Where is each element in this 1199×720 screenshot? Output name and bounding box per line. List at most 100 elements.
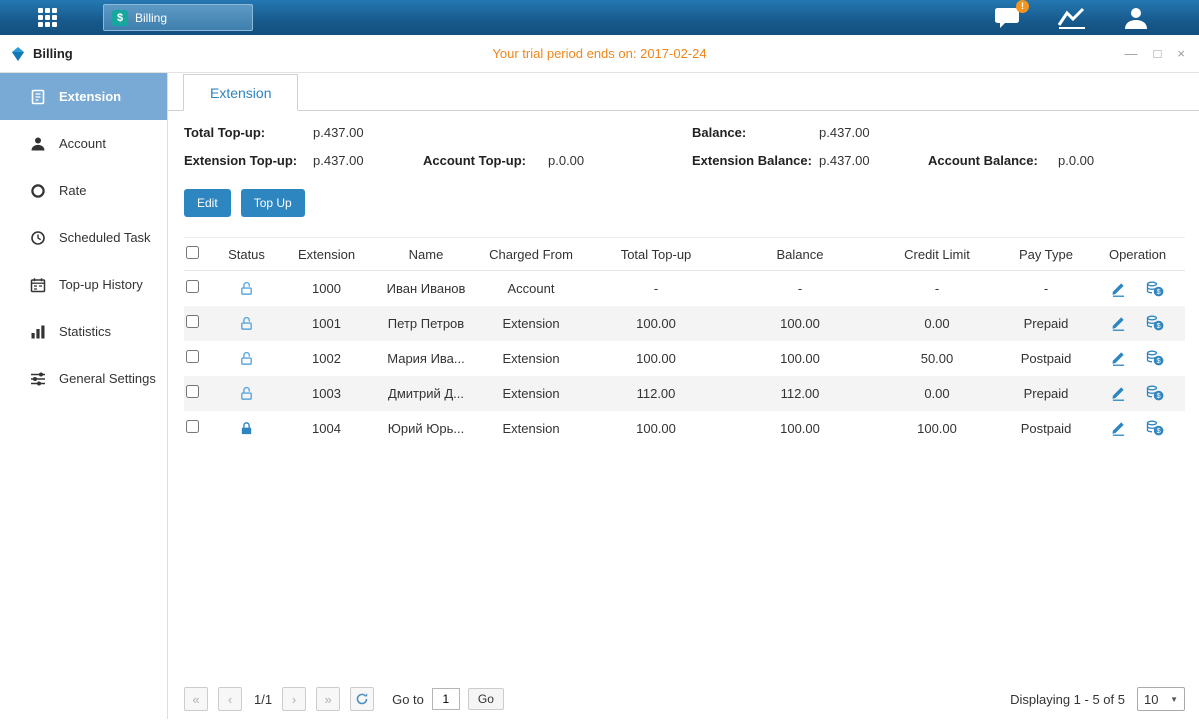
- first-page-button[interactable]: «: [184, 687, 208, 711]
- apps-grid-icon[interactable]: [38, 8, 57, 27]
- charged-from-cell: Extension: [478, 306, 584, 341]
- prev-page-button[interactable]: ‹: [218, 687, 242, 711]
- topup-icon[interactable]: $: [1146, 315, 1164, 331]
- edit-icon[interactable]: [1111, 281, 1126, 297]
- balance-cell: -: [728, 271, 872, 306]
- edit-button[interactable]: Edit: [184, 189, 231, 217]
- charged-from-cell: Account: [478, 271, 584, 306]
- sidebar-item-label: Rate: [59, 183, 86, 198]
- status-lock-icon: [239, 315, 254, 330]
- topup-icon[interactable]: $: [1146, 281, 1164, 297]
- notification-badge: !: [1016, 0, 1029, 13]
- chevron-down-icon: ▼: [1170, 695, 1178, 704]
- statistics-chart-icon[interactable]: [1057, 6, 1087, 30]
- top-up-button[interactable]: Top Up: [241, 189, 305, 217]
- name-cell: Мария Ива...: [374, 341, 478, 376]
- last-page-button[interactable]: »: [316, 687, 340, 711]
- page-size-value: 10: [1144, 692, 1158, 707]
- table-row[interactable]: 1001 Петр Петров Extension 100.00 100.00…: [184, 306, 1185, 341]
- page-size-select[interactable]: 10 ▼: [1137, 687, 1185, 711]
- balance-cell: 100.00: [728, 306, 872, 341]
- charged-from-cell: Extension: [478, 411, 584, 446]
- edit-icon[interactable]: [1111, 385, 1126, 401]
- extension-cell: 1004: [279, 411, 374, 446]
- balance-cell: 100.00: [728, 411, 872, 446]
- topbar: $ Billing !: [0, 0, 1199, 35]
- bar-chart-icon: [30, 324, 46, 340]
- close-icon[interactable]: ×: [1177, 46, 1185, 61]
- next-page-button[interactable]: ›: [282, 687, 306, 711]
- balance-cell: 112.00: [728, 376, 872, 411]
- row-checkbox[interactable]: [186, 350, 199, 363]
- topup-icon[interactable]: $: [1146, 420, 1164, 436]
- balance-cell: 100.00: [728, 341, 872, 376]
- credit-limit-cell: 50.00: [872, 341, 1002, 376]
- refresh-button[interactable]: [350, 687, 374, 711]
- account-topup-value: p.0.00: [548, 153, 692, 168]
- sidebar-item-rate[interactable]: Rate: [0, 167, 167, 214]
- sidebar-item-general-settings[interactable]: General Settings: [0, 355, 167, 402]
- extension-balance-label: Extension Balance:: [692, 153, 819, 168]
- main-content: Extension Total Top-up: p.437.00 Balance…: [168, 73, 1199, 719]
- go-button[interactable]: Go: [468, 688, 504, 710]
- row-checkbox[interactable]: [186, 280, 199, 293]
- sidebar-item-account[interactable]: Account: [0, 120, 167, 167]
- sidebar-item-label: General Settings: [59, 371, 156, 386]
- account-balance-label: Account Balance:: [928, 153, 1058, 168]
- credit-limit-cell: 100.00: [872, 411, 1002, 446]
- credit-limit-cell: 0.00: [872, 306, 1002, 341]
- row-checkbox[interactable]: [186, 420, 199, 433]
- tab-extension[interactable]: Extension: [183, 74, 298, 111]
- goto-page-input[interactable]: [432, 688, 460, 710]
- row-checkbox[interactable]: [186, 385, 199, 398]
- edit-icon[interactable]: [1111, 350, 1126, 366]
- sidebar-item-label: Statistics: [59, 324, 111, 339]
- edit-icon[interactable]: [1111, 315, 1126, 331]
- billing-app-tab[interactable]: $ Billing: [103, 4, 253, 31]
- extension-cell: 1003: [279, 376, 374, 411]
- account-balance-value: p.0.00: [1058, 153, 1183, 168]
- status-lock-icon: [239, 385, 254, 400]
- col-status: Status: [214, 238, 279, 271]
- sidebar-item-scheduled-task[interactable]: Scheduled Task: [0, 214, 167, 261]
- user-account-icon[interactable]: [1123, 6, 1149, 30]
- row-checkbox[interactable]: [186, 315, 199, 328]
- clock-icon: [30, 230, 46, 246]
- sidebar-item-label: Account: [59, 136, 106, 151]
- sidebar-item-label: Scheduled Task: [59, 230, 151, 245]
- balance-label: Balance:: [692, 125, 819, 140]
- window-title: Billing: [33, 46, 73, 61]
- titlebar: Billing Your trial period ends on: 2017-…: [0, 35, 1199, 73]
- sidebar-item-topup-history[interactable]: Top-up History: [0, 261, 167, 308]
- sidebar-item-statistics[interactable]: Statistics: [0, 308, 167, 355]
- col-name: Name: [374, 238, 478, 271]
- minimize-icon[interactable]: —: [1125, 46, 1138, 61]
- total-topup-cell: -: [584, 271, 728, 306]
- table-row[interactable]: 1002 Мария Ива... Extension 100.00 100.0…: [184, 341, 1185, 376]
- notifications-icon[interactable]: !: [994, 6, 1021, 30]
- topup-icon[interactable]: $: [1146, 350, 1164, 366]
- col-extension: Extension: [279, 238, 374, 271]
- col-pay-type: Pay Type: [1002, 238, 1090, 271]
- total-topup-cell: 112.00: [584, 376, 728, 411]
- table-row[interactable]: 1003 Дмитрий Д... Extension 112.00 112.0…: [184, 376, 1185, 411]
- status-lock-icon: [239, 280, 254, 295]
- page-indicator: 1/1: [254, 692, 272, 707]
- balance-value: p.437.00: [819, 125, 928, 140]
- maximize-icon[interactable]: □: [1154, 46, 1162, 61]
- status-lock-icon: [239, 350, 254, 365]
- total-topup-value: p.437.00: [313, 125, 423, 140]
- select-all-checkbox[interactable]: [186, 246, 199, 259]
- extension-topup-value: p.437.00: [313, 153, 423, 168]
- sidebar-item-label: Extension: [59, 89, 121, 104]
- table-row[interactable]: 1000 Иван Иванов Account - - - - $: [184, 271, 1185, 306]
- extensions-table: Status Extension Name Charged From Total…: [184, 237, 1185, 446]
- topup-icon[interactable]: $: [1146, 385, 1164, 401]
- account-icon: [30, 136, 46, 152]
- col-balance: Balance: [728, 238, 872, 271]
- billing-tab-label: Billing: [135, 11, 167, 25]
- edit-icon[interactable]: [1111, 420, 1126, 436]
- dollar-icon: $: [112, 10, 128, 26]
- sidebar-item-extension[interactable]: Extension: [0, 73, 167, 120]
- table-row[interactable]: 1004 Юрий Юрь... Extension 100.00 100.00…: [184, 411, 1185, 446]
